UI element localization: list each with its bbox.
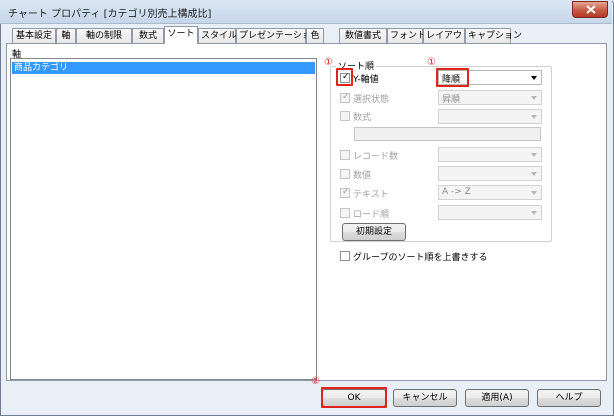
axis-list[interactable] [10, 58, 317, 380]
override-group-sort-checkbox[interactable] [340, 251, 350, 261]
sort-load-order-checkbox[interactable] [340, 208, 350, 218]
sort-text-label: テキスト [353, 190, 389, 200]
close-icon [586, 5, 596, 14]
annotation-highlight-ok-button [321, 387, 387, 408]
tab-axis-limits[interactable]: 軸の制限 [76, 28, 132, 43]
sort-numeric-label: 数値 [353, 171, 372, 181]
chevron-down-icon [531, 76, 537, 80]
sort-text-select-value: A -> Z [442, 187, 471, 197]
tab-style[interactable]: スタイル [198, 28, 237, 43]
sort-expression-checkbox[interactable] [340, 111, 350, 121]
tab-sort[interactable]: ソート [164, 26, 198, 44]
annotation-highlight-descending-select [436, 68, 469, 87]
override-group-sort-label: グループのソート順を上書きする [353, 253, 488, 263]
annotation-marker-1: ① [324, 57, 333, 68]
sort-selection-state-checkbox[interactable]: ✓ [340, 92, 350, 103]
annotation-marker-1-select: ① [427, 57, 436, 68]
tab-presentation[interactable]: プレゼンテーション [236, 28, 320, 43]
sort-record-count-label: レコード数 [353, 152, 399, 162]
sort-record-count-select[interactable] [438, 147, 542, 162]
sort-selection-state-select-value: 昇順 [442, 95, 461, 105]
chevron-down-icon [531, 96, 537, 100]
sort-text-checkbox[interactable]: ✓ [340, 187, 350, 198]
tab-axes[interactable]: 軸 [56, 28, 76, 43]
apply-button[interactable]: 適用(A) [465, 389, 529, 407]
help-button[interactable]: ヘルプ [537, 389, 601, 407]
annotation-highlight-y-value-checkbox [336, 68, 353, 86]
tab-layout[interactable]: レイアウト [423, 28, 471, 43]
sort-expression-label: 数式 [353, 113, 372, 123]
chevron-down-icon [531, 115, 537, 119]
tab-font[interactable]: フォント [387, 28, 426, 43]
sort-record-count-checkbox[interactable] [340, 150, 350, 160]
tab-number-format[interactable]: 数値書式 [339, 28, 387, 43]
sort-y-value-label: Y-軸値 [353, 75, 379, 85]
sort-expression-select[interactable] [438, 109, 542, 124]
sort-selection-state-label: 選択状態 [353, 95, 390, 105]
list-item[interactable]: 商品カテゴリ [12, 62, 315, 74]
tab-expressions[interactable]: 数式 [132, 28, 164, 43]
sort-numeric-select[interactable] [438, 166, 542, 181]
sort-load-order-label: ロード順 [353, 210, 390, 220]
reset-sort-button[interactable]: 初期設定 [342, 223, 406, 241]
sort-text-select[interactable]: A -> Z [438, 185, 542, 200]
window-title: チャート プロパティ [カテゴリ別売上構成比] [8, 9, 212, 20]
chevron-down-icon [531, 153, 537, 157]
chevron-down-icon [531, 211, 537, 215]
close-button[interactable] [572, 1, 608, 18]
tab-colors[interactable]: 色 [306, 28, 324, 43]
tab-basic-settings[interactable]: 基本設定 [12, 28, 56, 43]
sort-expression-input[interactable] [354, 127, 541, 141]
chevron-down-icon [531, 191, 537, 195]
sort-load-order-select[interactable] [438, 205, 542, 220]
chevron-down-icon [531, 172, 537, 176]
sort-selection-state-select[interactable]: 昇順 [438, 90, 542, 105]
tab-caption[interactable]: キャプション [465, 28, 522, 43]
cancel-button[interactable]: キャンセル [393, 389, 457, 407]
sort-numeric-checkbox[interactable] [340, 169, 350, 179]
annotation-marker-2: ② [311, 376, 320, 387]
